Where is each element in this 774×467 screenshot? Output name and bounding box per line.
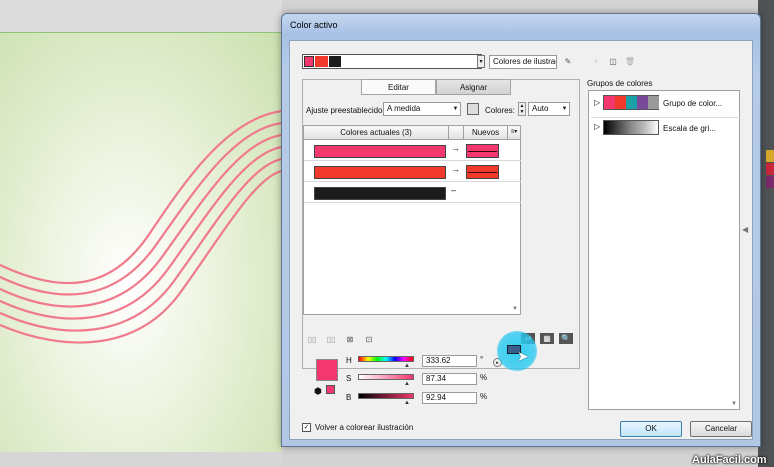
table-menu-icon[interactable]: ≡▾ bbox=[508, 126, 520, 140]
color-group-label: Grupo de color... bbox=[663, 99, 723, 108]
new-colors-header: Nuevos bbox=[464, 126, 508, 140]
saturation-value-field[interactable]: 87.34 bbox=[422, 373, 477, 385]
color-strip[interactable] bbox=[302, 54, 482, 69]
brightness-slider[interactable] bbox=[358, 393, 414, 399]
artboard-area bbox=[0, 0, 282, 467]
find-color-icon[interactable]: 🔍 bbox=[559, 333, 573, 344]
exclude-colors-icon[interactable]: ⊠ bbox=[344, 334, 356, 345]
group-swatch[interactable] bbox=[637, 96, 648, 109]
colors-dropdown[interactable]: Auto ▼ bbox=[528, 102, 570, 116]
out-of-gamut-icon[interactable]: ⬢ bbox=[314, 386, 322, 397]
current-colors-header: Colores actuales (3) bbox=[304, 126, 449, 140]
group-swatch[interactable] bbox=[615, 96, 626, 109]
strip-swatch-black bbox=[329, 56, 341, 67]
color-groups-title: Grupos de colores bbox=[587, 79, 653, 88]
group-swatch[interactable] bbox=[604, 96, 615, 109]
color-group-swatches[interactable] bbox=[603, 95, 659, 110]
watermark: AulaFacil.com bbox=[692, 454, 767, 466]
color-group-row[interactable]: ▷ Grupo de color... bbox=[591, 94, 741, 114]
hue-label: H bbox=[346, 356, 352, 365]
brightness-label: B bbox=[346, 393, 352, 402]
new-group-icon[interactable]: ◫ bbox=[607, 56, 619, 67]
saturation-label: S bbox=[346, 374, 352, 383]
panel-swatch bbox=[766, 163, 774, 175]
recolor-checkbox[interactable]: ✓ bbox=[302, 423, 311, 432]
header-spacer bbox=[449, 126, 464, 140]
saturation-unit: % bbox=[480, 373, 488, 382]
brightness-value-field[interactable]: 92.94 bbox=[422, 392, 477, 404]
edit-pencil-icon[interactable]: ✎ bbox=[562, 56, 574, 67]
brightness-unit: % bbox=[480, 392, 488, 401]
preset-value: A medida bbox=[387, 104, 421, 113]
brightness-slider-thumb[interactable]: ▲ bbox=[404, 400, 410, 406]
colors-stepper[interactable]: ▲ ▼ bbox=[518, 102, 526, 116]
random-saturation-icon[interactable]: ▦ bbox=[540, 333, 554, 344]
strip-dropdown-arrow[interactable]: ▾ bbox=[477, 55, 485, 68]
expand-triangle-icon[interactable]: ▷ bbox=[594, 98, 600, 107]
tab-asignar[interactable]: Asignar bbox=[436, 79, 511, 95]
scroll-down-icon[interactable]: ▼ bbox=[512, 306, 518, 312]
wave-lines bbox=[0, 109, 282, 344]
current-color-bar[interactable] bbox=[314, 187, 446, 200]
arrow-icon[interactable]: → bbox=[451, 164, 460, 174]
merge-colors-icon[interactable]: ▯▯ bbox=[306, 334, 318, 345]
artboard[interactable] bbox=[0, 32, 282, 452]
grayscale-swatches[interactable] bbox=[603, 120, 659, 135]
colors-label: Colores: bbox=[485, 106, 515, 115]
strip-swatch-pink bbox=[304, 56, 314, 67]
mouse-cursor-icon: ➤ bbox=[517, 348, 529, 364]
colors-table: Colores actuales (3) Nuevos ≡▾ → → – ▼ bbox=[303, 125, 521, 315]
color-active-dialog: Color activo ▾ Colores de ilustrac ✎ ▫ ◫… bbox=[281, 13, 761, 447]
chevron-down-icon: ▼ bbox=[561, 106, 568, 112]
panel-swatch bbox=[766, 150, 774, 162]
scroll-down-icon[interactable]: ▼ bbox=[731, 401, 737, 407]
current-color-bar[interactable] bbox=[314, 145, 446, 158]
recolor-label: Volver a colorear ilustración bbox=[315, 423, 414, 432]
colors-value: Auto bbox=[532, 104, 549, 113]
cancel-button[interactable]: Cancelar bbox=[690, 421, 752, 437]
hue-value-field[interactable]: 333.62 bbox=[422, 355, 477, 367]
chevron-down-icon: ▼ bbox=[452, 106, 459, 112]
strip-swatch-red bbox=[315, 56, 328, 67]
panel-swatch bbox=[766, 176, 774, 188]
new-color-swatch[interactable] bbox=[466, 165, 499, 179]
saturation-slider-thumb[interactable]: ▲ bbox=[404, 381, 410, 387]
separate-colors-icon[interactable]: ▯▯ bbox=[325, 334, 337, 345]
saturation-slider[interactable] bbox=[358, 374, 414, 380]
group-swatch[interactable] bbox=[626, 96, 637, 109]
arrow-icon[interactable]: – bbox=[451, 185, 456, 195]
preset-options-icon[interactable] bbox=[467, 103, 479, 115]
dialog-title: Color activo bbox=[290, 20, 338, 30]
tab-editar[interactable]: Editar bbox=[361, 79, 436, 95]
save-group-icon[interactable]: ▫ bbox=[590, 56, 602, 67]
new-color-swatch[interactable] bbox=[466, 144, 499, 158]
table-row[interactable]: → bbox=[304, 162, 521, 182]
expand-triangle-icon[interactable]: ▷ bbox=[594, 122, 600, 131]
new-row-icon[interactable]: ⊡ bbox=[363, 334, 375, 345]
preset-label: Ajuste preestablecido: bbox=[306, 106, 385, 115]
library-dropdown[interactable]: Colores de ilustrac bbox=[489, 55, 557, 69]
hue-slider-thumb[interactable]: ▲ bbox=[404, 363, 410, 369]
preset-dropdown[interactable]: A medida ▼ bbox=[383, 102, 461, 116]
hue-unit: ° bbox=[480, 355, 484, 364]
grayscale-label: Escala de gri... bbox=[663, 124, 716, 133]
gamut-swatch[interactable] bbox=[326, 385, 335, 394]
hue-slider[interactable] bbox=[358, 356, 414, 362]
color-groups-panel: ▷ Grupo de color... ▷ Escala de gri... ▼ bbox=[588, 90, 741, 410]
collapse-panel-icon[interactable]: ◀ bbox=[742, 225, 748, 234]
color-group-row[interactable]: ▷ Escala de gri... bbox=[591, 117, 741, 137]
group-swatch[interactable] bbox=[648, 96, 659, 109]
hsb-section bbox=[302, 371, 303, 372]
current-color-bar[interactable] bbox=[314, 166, 446, 179]
toolbar-area bbox=[0, 0, 282, 32]
table-row[interactable]: – bbox=[304, 183, 521, 203]
active-color-swatch[interactable] bbox=[316, 359, 338, 381]
ok-button[interactable]: OK bbox=[620, 421, 682, 437]
arrow-icon[interactable]: → bbox=[451, 143, 460, 153]
dialog-body: ▾ Colores de ilustrac ✎ ▫ ◫ 🗑 Editar Asi… bbox=[289, 40, 753, 440]
edit-panel: Editar Asignar Ajuste preestablecido: A … bbox=[302, 79, 580, 369]
cursor-highlight: ➤ bbox=[497, 331, 537, 371]
table-row[interactable]: → bbox=[304, 141, 521, 161]
delete-icon[interactable]: 🗑 bbox=[624, 56, 636, 67]
